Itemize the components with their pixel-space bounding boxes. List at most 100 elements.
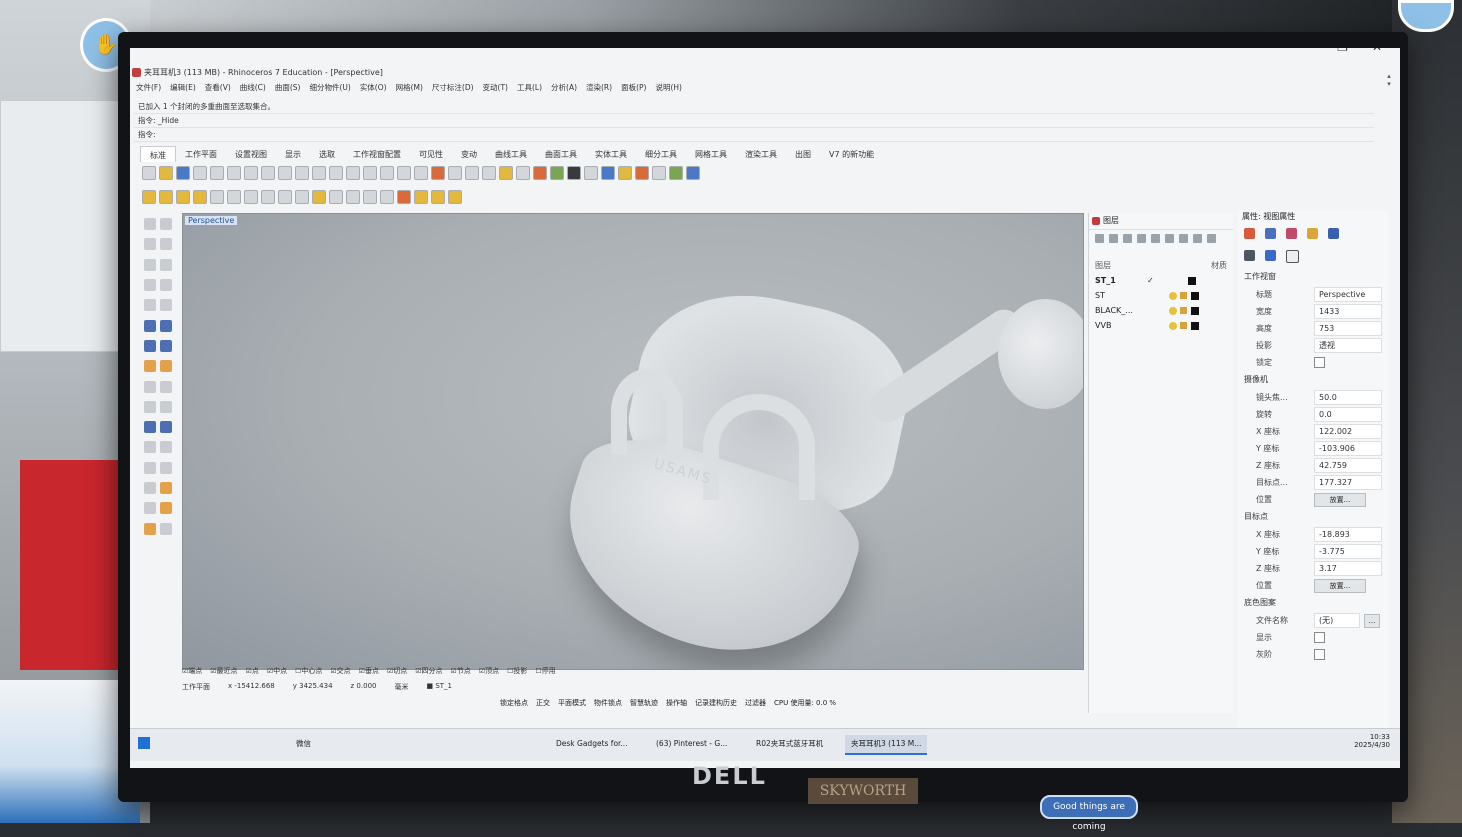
- menu-solid[interactable]: 实体(O): [360, 82, 387, 94]
- decal-icon[interactable]: [1286, 228, 1297, 239]
- lock-icon[interactable]: [516, 166, 530, 180]
- viewport-label[interactable]: Perspective: [185, 216, 238, 225]
- invert-icon[interactable]: [227, 190, 241, 204]
- surface-icon[interactable]: [144, 319, 156, 332]
- subd-icon[interactable]: [160, 421, 172, 434]
- object-properties-icon[interactable]: [1244, 228, 1255, 239]
- osnap-end[interactable]: ☑端点: [182, 666, 202, 678]
- extend-icon[interactable]: [160, 400, 172, 413]
- command-prompt[interactable]: 指令:: [134, 128, 1374, 142]
- gray-checkbox[interactable]: [1314, 649, 1325, 660]
- minimize-button[interactable]: —: [1301, 48, 1313, 54]
- trim-icon[interactable]: [160, 380, 172, 393]
- image-icon[interactable]: [1328, 228, 1339, 239]
- menu-mesh[interactable]: 网格(M): [396, 82, 423, 94]
- projection-select[interactable]: 透视: [1314, 338, 1382, 353]
- array-icon[interactable]: [380, 190, 394, 204]
- menu-transform[interactable]: 变动(T): [483, 82, 508, 94]
- menu-dimension[interactable]: 尺寸标注(D): [432, 82, 474, 94]
- open-icon[interactable]: [159, 166, 173, 180]
- hide-icon[interactable]: [193, 190, 207, 204]
- lock-icon[interactable]: [1180, 322, 1187, 329]
- ortho-toggle[interactable]: 正交: [536, 698, 550, 708]
- zoom-icon[interactable]: [329, 166, 343, 180]
- layer-row[interactable]: ST_1 ✓: [1089, 273, 1233, 288]
- filter-icon[interactable]: [1179, 234, 1188, 243]
- mirror-icon[interactable]: [160, 461, 172, 474]
- prop-value[interactable]: 753: [1314, 321, 1382, 336]
- menu-edit[interactable]: 编辑(E): [170, 82, 196, 94]
- prop-value[interactable]: 0.0: [1314, 407, 1382, 422]
- layer-row[interactable]: ST: [1089, 288, 1233, 303]
- globe-icon[interactable]: [669, 166, 683, 180]
- prop-value[interactable]: 1433: [1314, 304, 1382, 319]
- show-icon[interactable]: [176, 190, 190, 204]
- move-up-icon[interactable]: [1137, 234, 1146, 243]
- grid-snap-toggle[interactable]: 锁定格点: [500, 698, 528, 708]
- place-camera-button[interactable]: 放置...: [1314, 492, 1366, 507]
- osnap-project[interactable]: ☐投影: [507, 666, 527, 678]
- clock-date[interactable]: 2025/4/30: [1354, 741, 1390, 749]
- bulb-icon[interactable]: [1169, 291, 1177, 300]
- cut-icon[interactable]: [227, 166, 241, 180]
- windows-start-icon[interactable]: [138, 737, 150, 749]
- layer-all-on-icon[interactable]: [448, 190, 462, 204]
- split-icon[interactable]: [144, 400, 156, 413]
- taskbar-chrome-pinterest[interactable]: (63) Pinterest - G...: [650, 735, 733, 753]
- grid-icon[interactable]: [144, 482, 156, 495]
- copy-icon[interactable]: [244, 166, 258, 180]
- transform-icon[interactable]: [160, 441, 172, 454]
- render-sphere-icon[interactable]: [550, 166, 564, 180]
- smarttrack-toggle[interactable]: 智慧轨迹: [630, 698, 658, 708]
- polygon-icon[interactable]: [144, 299, 156, 312]
- select-all-icon[interactable]: [482, 166, 496, 180]
- delete-icon[interactable]: [397, 190, 411, 204]
- layer-color-swatch[interactable]: [1191, 291, 1199, 300]
- menu-file[interactable]: 文件(F): [136, 82, 161, 94]
- blue-sphere-icon[interactable]: [601, 166, 615, 180]
- save-icon[interactable]: [176, 166, 190, 180]
- layers-panel-header[interactable]: 图层: [1089, 213, 1233, 230]
- osnap-intersection[interactable]: ☑交点: [330, 666, 350, 678]
- layer-bulb-off-icon[interactable]: [431, 190, 445, 204]
- select-arrow-icon[interactable]: [144, 218, 156, 230]
- help-icon[interactable]: [686, 166, 700, 180]
- tab-cplanes[interactable]: 工作平面: [176, 146, 226, 162]
- new-layer-icon[interactable]: [1095, 234, 1104, 243]
- bulb-off-icon[interactable]: [159, 190, 173, 204]
- taskbar-folder[interactable]: R02夹耳式蓝牙耳机: [750, 735, 829, 753]
- grasshopper-icon[interactable]: [635, 166, 649, 180]
- move-icon[interactable]: [431, 166, 445, 180]
- boolean-icon[interactable]: [144, 360, 156, 373]
- taskbar-rhino[interactable]: 夹耳耳机3 (113 M...: [845, 735, 928, 755]
- prop-value[interactable]: 50.0: [1314, 390, 1382, 405]
- undo-icon[interactable]: [278, 166, 292, 180]
- lock-icon[interactable]: [1180, 292, 1187, 299]
- osnap-quad[interactable]: ☑四分点: [415, 666, 442, 678]
- tab-subd-tools[interactable]: 细分工具: [636, 146, 686, 162]
- print-icon[interactable]: [193, 166, 207, 180]
- bulb-icon[interactable]: [142, 190, 156, 204]
- menu-surface[interactable]: 曲面(S): [275, 82, 301, 94]
- point-icon[interactable]: [160, 218, 172, 230]
- planar-toggle[interactable]: 平面模式: [558, 698, 586, 708]
- layer-color-swatch[interactable]: [1191, 321, 1199, 330]
- ungroup-icon[interactable]: [261, 190, 275, 204]
- gray-sphere-icon[interactable]: [584, 166, 598, 180]
- render-tool-icon[interactable]: [160, 502, 172, 515]
- folder-icon[interactable]: [1307, 228, 1318, 239]
- pencil-icon[interactable]: [618, 166, 632, 180]
- tab-curve-tools[interactable]: 曲线工具: [486, 146, 536, 162]
- menu-analyze[interactable]: 分析(A): [551, 82, 577, 94]
- unlock-object-icon[interactable]: [295, 190, 309, 204]
- current-layer-indicator[interactable]: ■ ST_1: [426, 682, 452, 692]
- arc-icon[interactable]: [160, 258, 172, 271]
- light-tool-icon[interactable]: [144, 522, 156, 535]
- tab-render-tools[interactable]: 渲染工具: [736, 146, 786, 162]
- polyline-icon[interactable]: [144, 238, 156, 251]
- new-sublayer-icon[interactable]: [1109, 234, 1118, 243]
- rectangle-icon[interactable]: [160, 278, 172, 291]
- layer-tools-icon[interactable]: [1193, 234, 1202, 243]
- cplane-icon[interactable]: [448, 166, 462, 180]
- tab-mesh-tools[interactable]: 网格工具: [686, 146, 736, 162]
